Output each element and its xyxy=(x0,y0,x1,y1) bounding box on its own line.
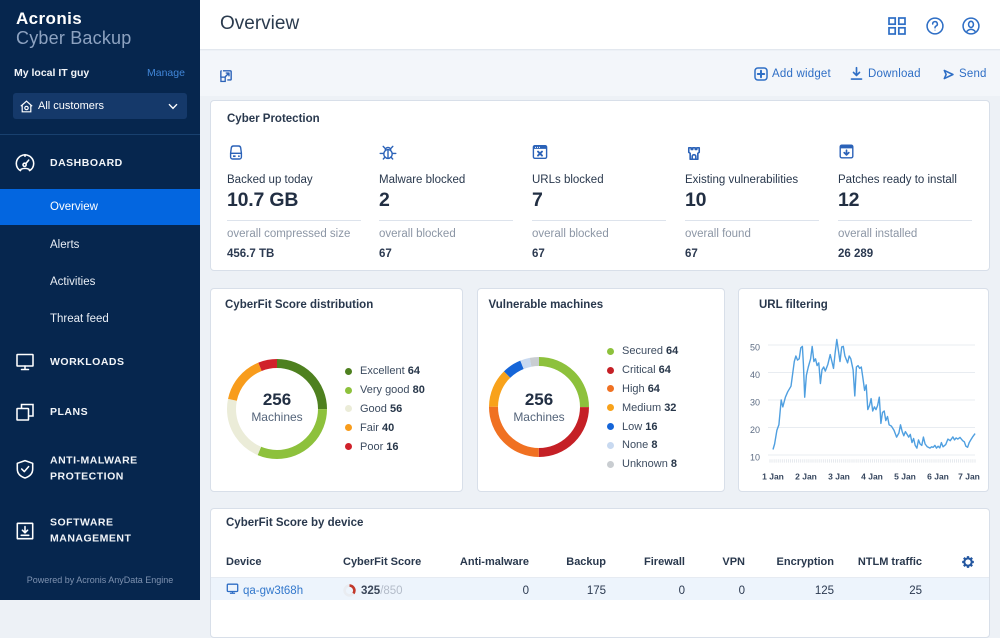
svg-text:50: 50 xyxy=(750,343,760,353)
svg-text:20: 20 xyxy=(750,425,760,435)
svg-text:1 Jan: 1 Jan xyxy=(762,472,784,482)
svg-text:10: 10 xyxy=(750,453,760,463)
svg-text:7 Jan: 7 Jan xyxy=(958,472,980,482)
svg-text:4 Jan: 4 Jan xyxy=(861,472,883,482)
svg-text:3 Jan: 3 Jan xyxy=(828,472,850,482)
svg-text:40: 40 xyxy=(750,370,760,380)
svg-text:2 Jan: 2 Jan xyxy=(795,472,817,482)
svg-text:6 Jan: 6 Jan xyxy=(927,472,949,482)
svg-text:30: 30 xyxy=(750,398,760,408)
svg-text:5 Jan: 5 Jan xyxy=(894,472,916,482)
